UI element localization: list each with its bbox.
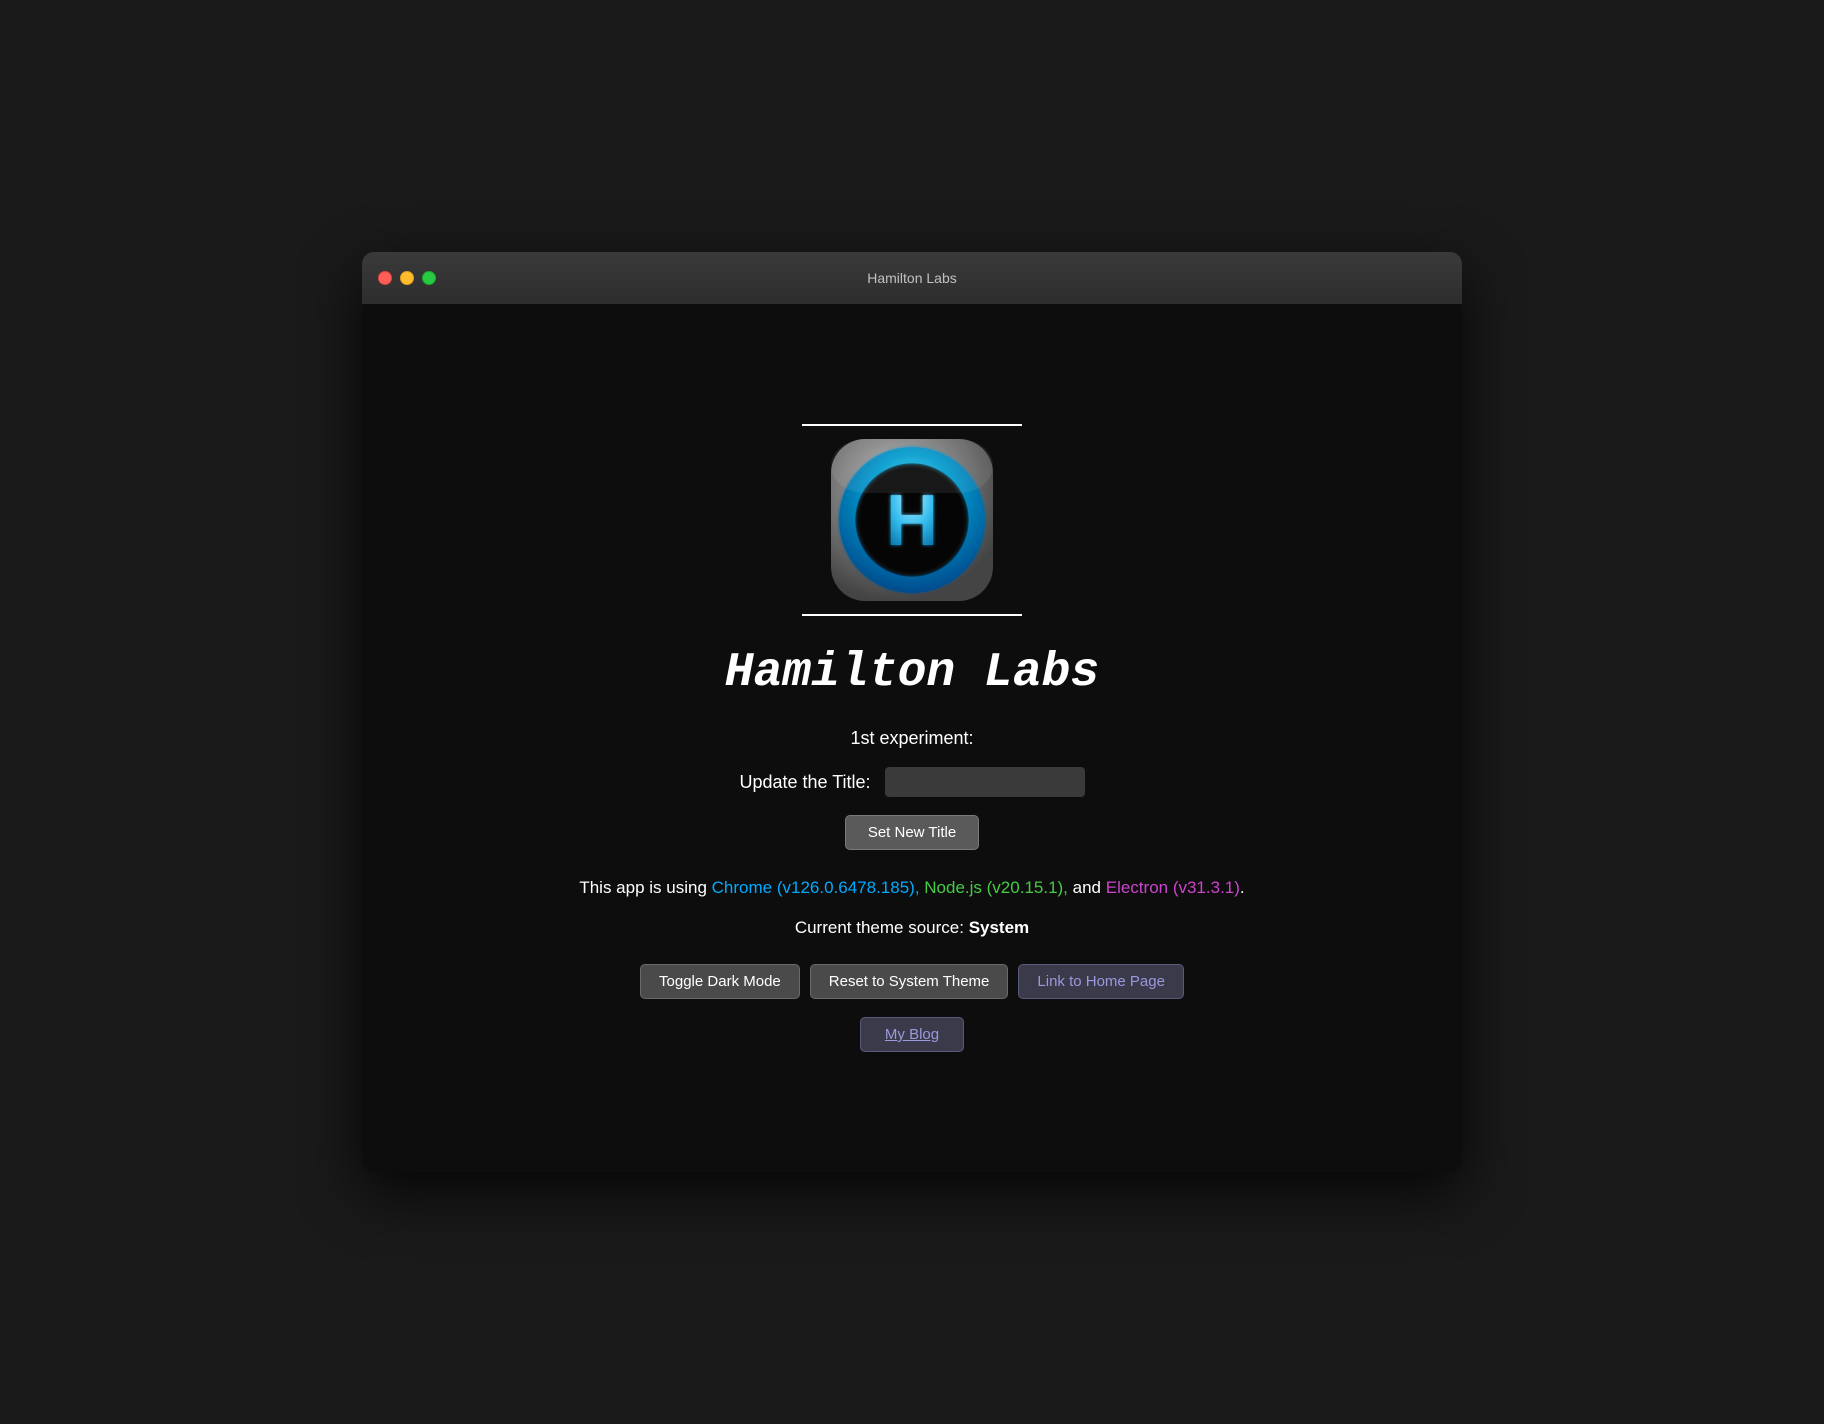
logo-container: H	[802, 424, 1022, 616]
tech-prefix: This app is using	[579, 878, 711, 897]
theme-value: System	[969, 918, 1029, 937]
title-input-row: Update the Title:	[739, 767, 1084, 797]
nodejs-version: Node.js (v20.15.1),	[924, 878, 1068, 897]
app-window: Hamilton Labs	[362, 252, 1462, 1172]
title-input[interactable]	[885, 767, 1085, 797]
main-content: H Hamilton Labs 1st experiment: Update t…	[362, 304, 1462, 1172]
update-title-label: Update the Title:	[739, 772, 870, 793]
my-blog-button[interactable]: My Blog	[860, 1017, 964, 1052]
chrome-version: Chrome (v126.0.6478.185),	[712, 878, 920, 897]
electron-version: Electron (v31.3.1)	[1106, 878, 1240, 897]
link-home-button[interactable]: Link to Home Page	[1018, 964, 1184, 999]
app-logo: H	[822, 430, 1002, 610]
traffic-lights	[378, 271, 436, 285]
tech-suffix: .	[1240, 878, 1245, 897]
button-row: Toggle Dark Mode Reset to System Theme L…	[640, 964, 1184, 999]
logo-line-top	[802, 424, 1022, 426]
toggle-dark-mode-button[interactable]: Toggle Dark Mode	[640, 964, 800, 999]
close-button[interactable]	[378, 271, 392, 285]
theme-prefix: Current theme source:	[795, 918, 969, 937]
theme-info: Current theme source: System	[795, 918, 1029, 938]
set-new-title-button[interactable]: Set New Title	[845, 815, 979, 850]
app-title: Hamilton Labs	[725, 646, 1099, 700]
experiment-label: 1st experiment:	[850, 728, 973, 749]
tech-info: This app is using Chrome (v126.0.6478.18…	[579, 878, 1244, 898]
maximize-button[interactable]	[422, 271, 436, 285]
reset-theme-button[interactable]: Reset to System Theme	[810, 964, 1009, 999]
svg-text:H: H	[886, 481, 938, 561]
minimize-button[interactable]	[400, 271, 414, 285]
titlebar: Hamilton Labs	[362, 252, 1462, 304]
and-text: and	[1068, 878, 1106, 897]
window-title: Hamilton Labs	[867, 270, 957, 286]
logo-line-bottom	[802, 614, 1022, 616]
